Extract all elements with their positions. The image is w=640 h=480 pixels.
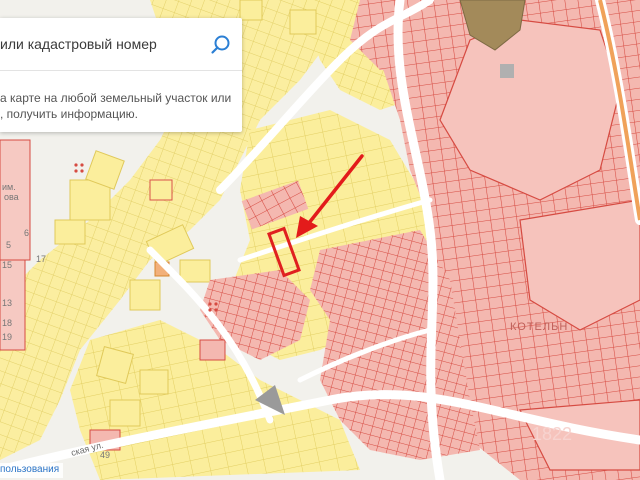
parcel-number-5: 5: [6, 240, 11, 250]
watermark-label: 1822: [532, 424, 572, 444]
magnifier-icon: [211, 35, 230, 54]
usage-terms-link[interactable]: пользования: [0, 463, 64, 478]
hint-line-1: а карте на любой земельный участок или: [0, 91, 232, 105]
parcel-number-6: 6: [24, 228, 29, 238]
parcel-number-17: 17: [36, 254, 46, 264]
search-button[interactable]: [208, 32, 234, 58]
gray-lot: [500, 64, 514, 78]
parcel-number-13: 13: [2, 298, 12, 308]
search-row: [0, 18, 242, 71]
parcel-number-15: 15: [2, 260, 12, 270]
parcel-number-49: 49: [100, 450, 110, 460]
hint-line-2: , получить информацию.: [0, 107, 138, 121]
district-label: КОТЕЛЬН: [510, 321, 568, 333]
place-label-im: им.: [2, 182, 16, 192]
search-hint: а карте на любой земельный участок или ,…: [0, 90, 236, 122]
search-panel: а карте на любой земельный участок или ,…: [0, 18, 242, 132]
parcel-number-19: 19: [2, 332, 12, 342]
place-label-ova: ова: [4, 192, 19, 202]
search-input[interactable]: [0, 32, 200, 56]
parcel-number-18: 18: [2, 318, 12, 328]
